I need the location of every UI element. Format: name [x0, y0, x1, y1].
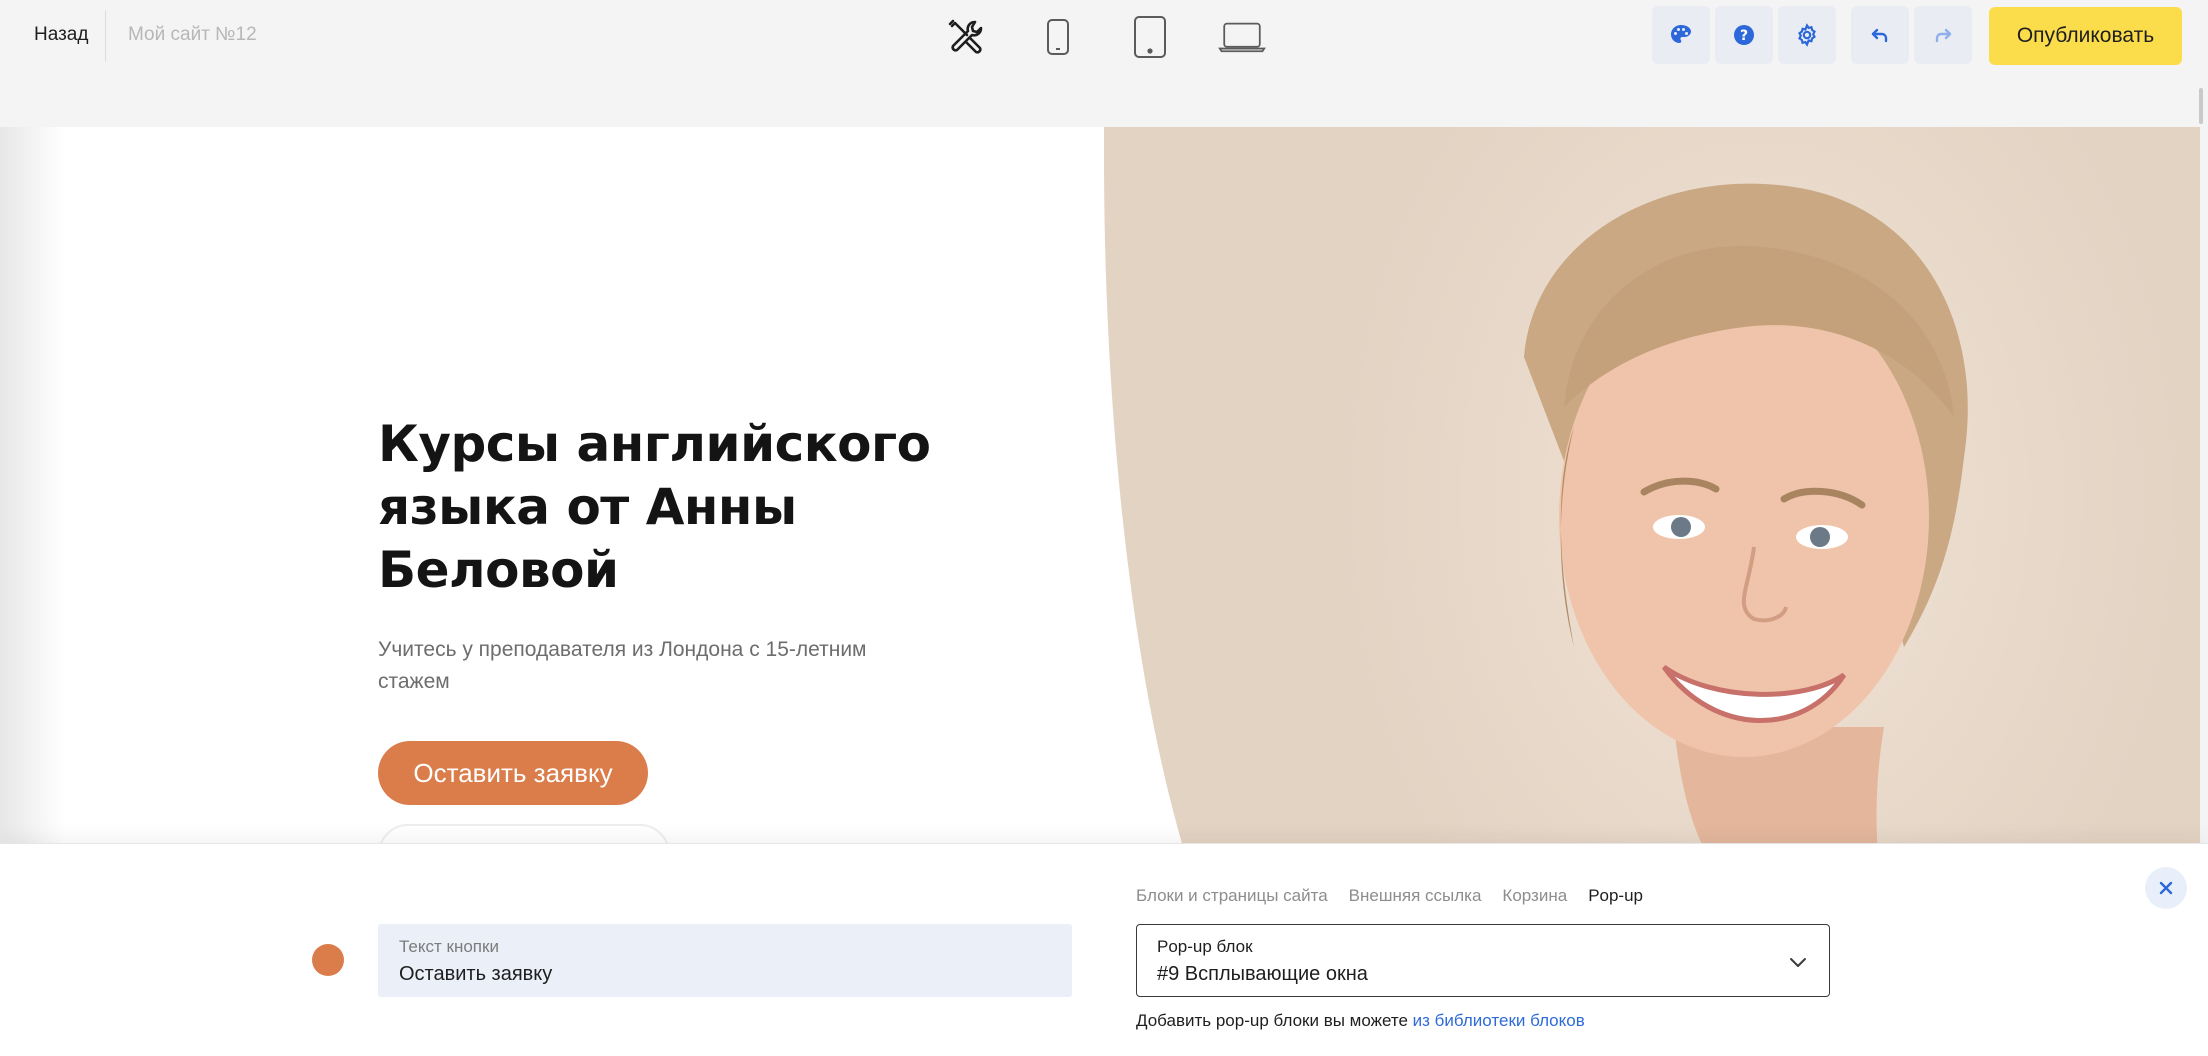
popup-select-value: #9 Всплывающие окна: [1157, 963, 1368, 985]
chevron-down-icon: [1790, 958, 1806, 967]
help-icon[interactable]: ?: [1715, 6, 1773, 64]
publish-button[interactable]: Опубликовать: [1989, 7, 2182, 65]
close-panel-button[interactable]: [2145, 867, 2187, 909]
tab-popup[interactable]: Pop-up: [1588, 886, 1643, 906]
toolbar-divider: [105, 10, 106, 62]
svg-text:?: ?: [1740, 28, 1748, 44]
button-settings-panel: Текст кнопки Оставить заявку Блоки и стр…: [0, 843, 2208, 1056]
popup-block-select[interactable]: Pop-up блок #9 Всплывающие окна: [1136, 924, 1830, 997]
tablet-icon[interactable]: [1126, 14, 1174, 60]
tab-external-link[interactable]: Внешняя ссылка: [1349, 886, 1482, 906]
popup-select-label: Pop-up блок: [1157, 937, 1253, 956]
top-toolbar: Назад Мой сайт №12 ? Опубликовать: [0, 0, 2208, 72]
back-button[interactable]: Назад: [34, 24, 88, 46]
tools-icon[interactable]: [942, 14, 990, 60]
button-color-picker[interactable]: [312, 944, 344, 976]
tab-cart[interactable]: Корзина: [1502, 886, 1567, 906]
close-icon: [2159, 881, 2173, 895]
button-text-value[interactable]: Оставить заявку: [399, 963, 552, 986]
link-type-tabs: Блоки и страницы сайта Внешняя ссылка Ко…: [1136, 886, 1643, 906]
hero-title[interactable]: Курсы английского языка от Анны Беловой: [378, 413, 938, 602]
redo-icon[interactable]: [1914, 6, 1972, 64]
tab-site-blocks[interactable]: Блоки и страницы сайта: [1136, 886, 1328, 906]
site-name: Мой сайт №12: [128, 24, 257, 45]
button-text-field[interactable]: Текст кнопки Оставить заявку: [378, 924, 1072, 997]
popup-hint: Добавить pop-up блоки вы можете из библи…: [1136, 1011, 1585, 1031]
block-library-link[interactable]: из библиотеки блоков: [1413, 1011, 1585, 1030]
phone-icon[interactable]: [1034, 14, 1082, 60]
hero-subtitle[interactable]: Учитесь у преподавателя из Лондона с 15-…: [378, 634, 918, 698]
laptop-icon[interactable]: [1218, 14, 1266, 60]
hero-cta-button[interactable]: Оставить заявку: [378, 741, 648, 805]
undo-icon[interactable]: [1851, 6, 1909, 64]
popup-hint-text: Добавить pop-up блоки вы можете: [1136, 1011, 1413, 1030]
palette-icon[interactable]: [1652, 6, 1710, 64]
button-text-label: Текст кнопки: [399, 937, 499, 956]
canvas-scrollbar[interactable]: [2199, 88, 2203, 124]
settings-icon[interactable]: [1778, 6, 1836, 64]
